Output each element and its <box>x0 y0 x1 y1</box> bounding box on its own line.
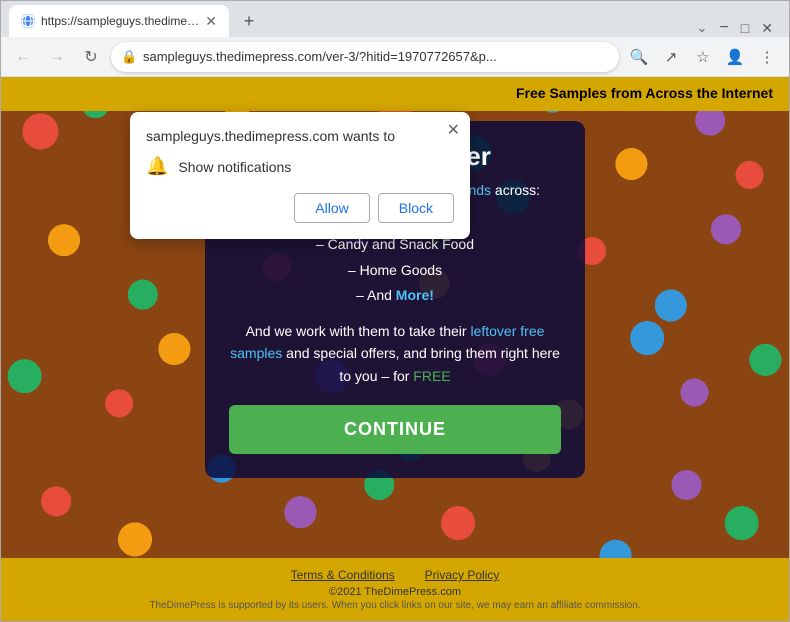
popup-notification-row: 🔔 Show notifications <box>146 156 454 177</box>
popup-notification-label: Show notifications <box>178 159 291 175</box>
continue-button[interactable]: CONTINUE <box>229 405 561 454</box>
card-subtitle-end: across: <box>491 182 540 198</box>
header-banner: Free Samples from Across the Internet <box>1 77 789 111</box>
footer-copyright: ©2021 TheDimePress.com <box>11 586 779 598</box>
footer-links: Terms & Conditions Privacy Policy <box>11 568 779 582</box>
address-container: 🔒 <box>111 42 619 72</box>
refresh-button[interactable]: ↻ <box>77 43 105 71</box>
address-bar-row: ← → ↻ 🔒 🔍 ↗ ☆ 👤 ⋮ <box>1 37 789 77</box>
page-footer: Terms & Conditions Privacy Policy ©2021 … <box>1 558 789 621</box>
popup-close-button[interactable]: ✕ <box>447 120 460 140</box>
tab-title: https://sampleguys.thedimepress <box>41 14 199 28</box>
toolbar-icons: 🔍 ↗ ☆ 👤 ⋮ <box>625 43 781 71</box>
search-icon[interactable]: 🔍 <box>625 43 653 71</box>
notification-popup: ✕ sampleguys.thedimepress.com wants to 🔔… <box>130 112 470 239</box>
popup-buttons: Allow Block <box>146 193 454 223</box>
address-input[interactable] <box>111 42 619 72</box>
forward-button[interactable]: → <box>43 43 71 71</box>
profile-icon[interactable]: 👤 <box>721 43 749 71</box>
tab-favicon <box>21 14 35 28</box>
list-item: – Home Goods <box>229 258 561 283</box>
card-desc-part1: And we work with them to take their <box>246 323 471 339</box>
new-tab-button[interactable]: + <box>233 5 265 37</box>
list-item: – And More! <box>229 283 561 308</box>
popup-title: sampleguys.thedimepress.com wants to <box>146 128 454 144</box>
card-desc-link2: FREE <box>413 368 450 384</box>
lock-icon: 🔒 <box>121 49 137 65</box>
bookmark-icon[interactable]: ☆ <box>689 43 717 71</box>
tab-close-button[interactable]: ✕ <box>205 13 217 30</box>
privacy-link[interactable]: Privacy Policy <box>425 568 500 582</box>
card-description: And we work with them to take their left… <box>229 320 561 387</box>
active-tab[interactable]: https://sampleguys.thedimepress ✕ <box>9 5 229 37</box>
bell-icon: 🔔 <box>146 156 168 177</box>
minimize-button[interactable]: − <box>719 19 728 37</box>
menu-icon[interactable]: ⋮ <box>753 43 781 71</box>
block-button[interactable]: Block <box>378 193 454 223</box>
maximize-button[interactable]: □ <box>741 20 749 36</box>
back-button[interactable]: ← <box>9 43 37 71</box>
header-banner-text: Free Samples from Across the Internet <box>516 85 773 101</box>
terms-link[interactable]: Terms & Conditions <box>291 568 395 582</box>
allow-button[interactable]: Allow <box>294 193 369 223</box>
tab-bar: https://sampleguys.thedimepress ✕ + ⌄ − … <box>1 1 789 37</box>
footer-disclaimer: TheDimePress is supported by its users. … <box>11 600 779 611</box>
browser-window: https://sampleguys.thedimepress ✕ + ⌄ − … <box>0 0 790 622</box>
window-controls: ⌄ − □ ✕ <box>697 19 781 37</box>
close-button[interactable]: ✕ <box>761 20 773 37</box>
chevron-down-icon: ⌄ <box>697 20 708 36</box>
share-icon[interactable]: ↗ <box>657 43 685 71</box>
